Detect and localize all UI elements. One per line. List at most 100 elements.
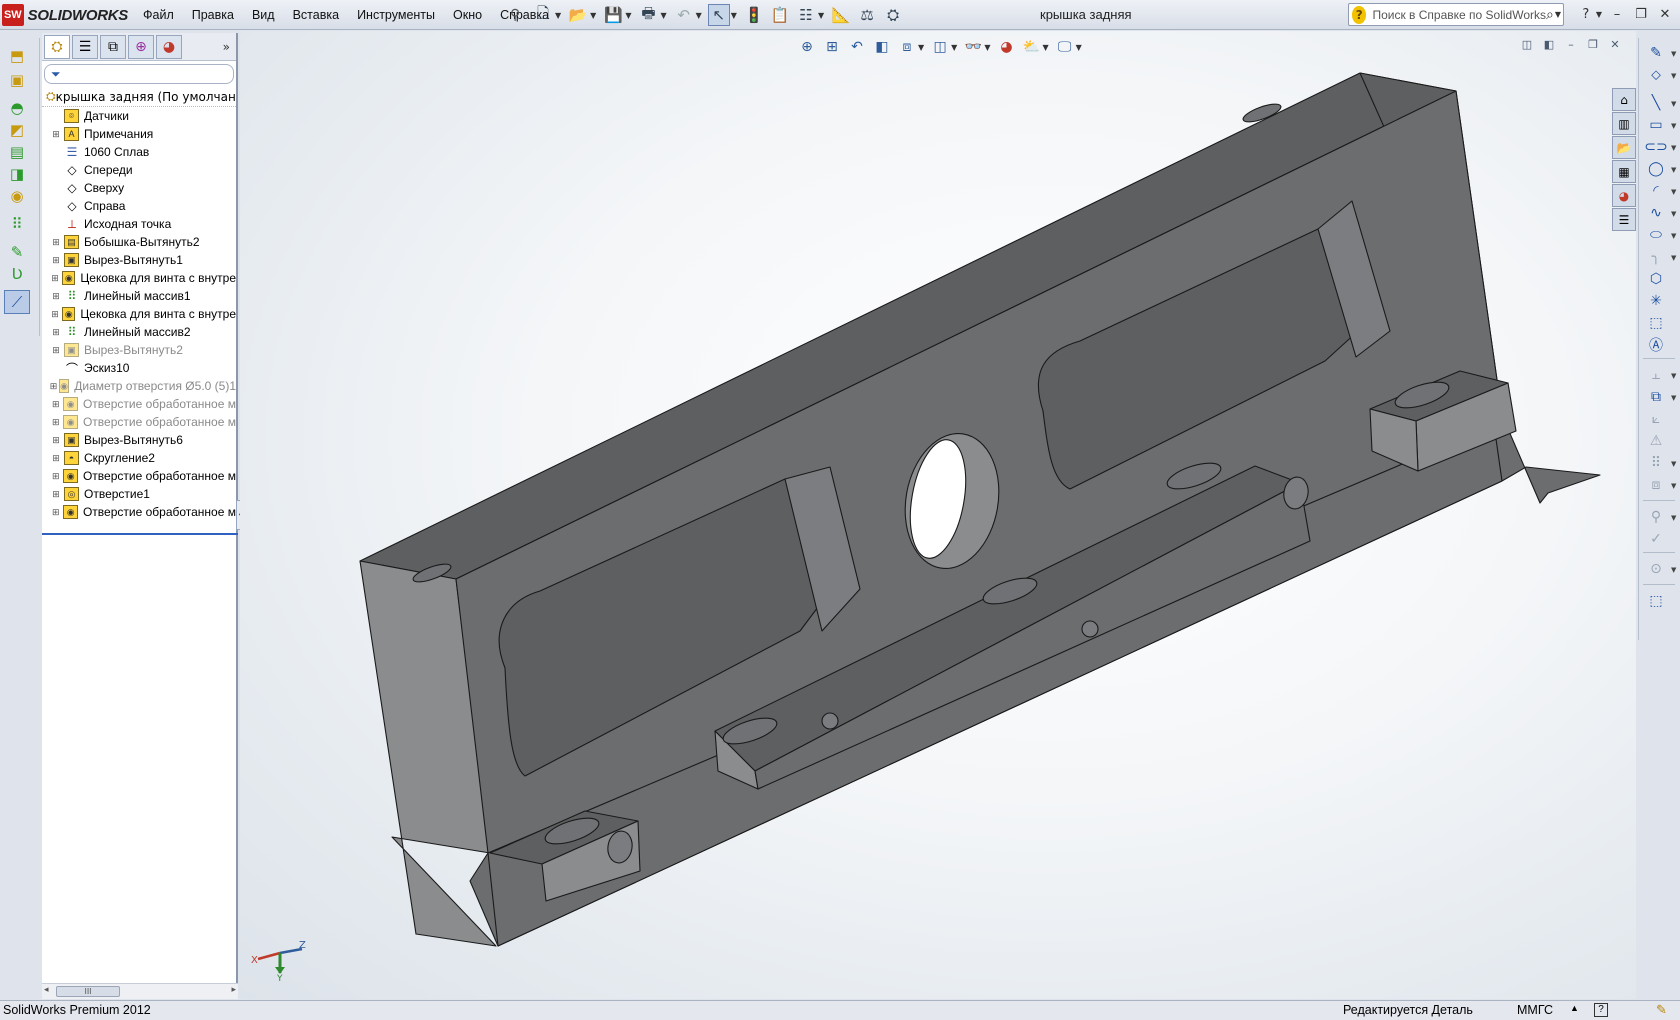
- mass-properties-icon[interactable]: ⚖: [856, 4, 878, 26]
- hide-show-dropdown-icon[interactable]: ▼: [984, 43, 990, 52]
- viewport-close-icon[interactable]: ✕: [1606, 36, 1624, 52]
- edit-appearance-icon[interactable]: ◕: [995, 36, 1017, 58]
- arc-icon[interactable]: ◜: [1644, 180, 1668, 202]
- text-icon[interactable]: Ⓐ: [1644, 334, 1668, 356]
- measure-icon[interactable]: 📐: [830, 4, 852, 26]
- quick-snaps-icon[interactable]: ⊙: [1644, 558, 1668, 580]
- tree-item[interactable]: ⟂ Исходная точка: [42, 215, 236, 233]
- search-icon[interactable]: ⌕: [1546, 7, 1554, 23]
- design-library-icon[interactable]: ▥: [1612, 112, 1636, 135]
- expand-plus-icon[interactable]: ⊞: [49, 489, 63, 500]
- circle-icon[interactable]: ◯: [1644, 158, 1668, 180]
- tree-filter-field[interactable]: ⏷: [44, 64, 234, 84]
- options-icon[interactable]: ☷: [795, 4, 817, 26]
- menu-insert[interactable]: Вставка: [284, 8, 348, 22]
- display-style-dropdown-icon[interactable]: ▼: [951, 43, 957, 52]
- side-hole[interactable]: [1081, 620, 1099, 638]
- part-model[interactable]: [240, 31, 1636, 999]
- zoom-to-fit-icon[interactable]: ⊕: [796, 36, 818, 58]
- snaps-dropdown-icon[interactable]: ▼: [1671, 566, 1676, 574]
- view-settings-dropdown-icon[interactable]: ▼: [1076, 43, 1082, 52]
- tree-item[interactable]: ☰ 1060 Сплав: [42, 143, 236, 161]
- tree-item[interactable]: ⊞ ▣ Вырез-Вытянуть2: [42, 341, 236, 359]
- quick-tips-icon[interactable]: ?: [1594, 1003, 1608, 1017]
- spline-dropdown-icon[interactable]: ▼: [1671, 210, 1676, 218]
- zoom-to-area-icon[interactable]: ⊞: [821, 36, 843, 58]
- sketch-icon[interactable]: ✎: [1644, 42, 1668, 64]
- print-icon[interactable]: 🖶: [637, 4, 659, 26]
- display-manager-tab-icon[interactable]: ◕: [156, 34, 182, 59]
- side-hole[interactable]: [821, 712, 839, 730]
- viewport-minimize-icon[interactable]: –: [1562, 36, 1580, 52]
- rapid-sketch-icon[interactable]: ⬚: [1644, 590, 1668, 612]
- view-settings-icon[interactable]: 🖵: [1054, 36, 1076, 58]
- expand-plus-icon[interactable]: ⊞: [49, 381, 58, 392]
- rectangle-dropdown-icon[interactable]: ▼: [1671, 122, 1676, 130]
- apply-scene-icon[interactable]: ⛅: [1020, 36, 1042, 58]
- tree-item[interactable]: ⊞ ◎ Отверстие1: [42, 485, 236, 503]
- line-dropdown-icon[interactable]: ▼: [1671, 100, 1676, 108]
- tree-item[interactable]: ⊞ ▤ Бобышка-Вытянуть2: [42, 233, 236, 251]
- expand-plus-icon[interactable]: ⊞: [49, 417, 62, 428]
- tree-item[interactable]: ⊞ ◉ Отверстие обработанное м: [42, 467, 236, 485]
- tree-root-part[interactable]: ⛭ крышка задняя (По умолчанию<<По умолча…: [42, 87, 236, 107]
- expand-plus-icon[interactable]: ⊞: [49, 273, 61, 284]
- relations-dropdown-icon[interactable]: ▼: [1671, 514, 1676, 522]
- featuremanager-tab-icon[interactable]: ⛭: [44, 34, 70, 59]
- tree-item[interactable]: ⊞ ▣ Вырез-Вытянуть1: [42, 251, 236, 269]
- slot-dropdown-icon[interactable]: ▼: [1671, 144, 1676, 152]
- tree-item[interactable]: ⌾ Датчики: [42, 107, 236, 125]
- graphics-area[interactable]: ⊕ ⊞ ↶ ◧ ⧈ ▼ ◫ ▼ 👓 ▼ ◕ ⛅ ▼ 🖵 ▼ ◫ ◧ – ❐ ✕ X Z Y: [240, 31, 1636, 999]
- search-dropdown-icon[interactable]: ▼: [1555, 10, 1561, 19]
- sketch-dropdown-icon[interactable]: ▼: [1671, 50, 1676, 58]
- section-view-icon[interactable]: ⛭: [882, 4, 904, 26]
- expand-plus-icon[interactable]: ⊞: [49, 129, 63, 140]
- menu-file[interactable]: Файл: [134, 8, 183, 22]
- instant3d-icon[interactable]: ⟋: [4, 290, 30, 314]
- viewport-tile-icon[interactable]: ◫: [1518, 36, 1536, 52]
- tree-item[interactable]: ◇ Сверху: [42, 179, 236, 197]
- sketch-pattern-icon[interactable]: ⠿: [1644, 452, 1668, 474]
- restore-icon[interactable]: ❐: [1630, 3, 1652, 25]
- reference-geometry-icon[interactable]: ✎: [4, 240, 30, 264]
- new-dropdown-icon[interactable]: ▼: [555, 11, 561, 20]
- undo-icon[interactable]: ↶: [673, 4, 695, 26]
- propertymanager-tab-icon[interactable]: ☰: [72, 34, 98, 59]
- select-arrow-icon[interactable]: ↖: [707, 4, 730, 26]
- draft-icon[interactable]: ◩: [4, 118, 30, 142]
- repair-sketch-icon[interactable]: ✓: [1644, 528, 1668, 550]
- mirror-entities-icon[interactable]: ⚠: [1644, 430, 1668, 452]
- centerline-icon[interactable]: ⬚: [1644, 312, 1668, 334]
- slot-icon[interactable]: ⊂⊃: [1644, 136, 1668, 158]
- pattern-dropdown-icon[interactable]: ▼: [1671, 460, 1676, 468]
- options-dropdown-icon[interactable]: ▼: [818, 11, 824, 20]
- expand-plus-icon[interactable]: ⊞: [49, 345, 63, 356]
- tree-item[interactable]: ⊞ ◉ Отверстие обработанное м: [42, 413, 236, 431]
- view-orientation-icon[interactable]: ⧈: [896, 36, 918, 58]
- trim-dropdown-icon[interactable]: ▼: [1671, 372, 1676, 380]
- tree-item[interactable]: ⊞ A Примечания: [42, 125, 236, 143]
- section-view-icon[interactable]: ◧: [871, 36, 893, 58]
- unit-system[interactable]: ММГС: [1517, 1003, 1553, 1017]
- solidworks-resources-icon[interactable]: ⌂: [1612, 88, 1636, 111]
- scroll-left-icon[interactable]: ◂: [44, 985, 49, 995]
- help-dropdown-icon[interactable]: ▼: [1596, 10, 1602, 19]
- undo-dropdown-icon[interactable]: ▼: [696, 11, 702, 20]
- rebuild-icon[interactable]: 🚦: [743, 4, 765, 26]
- tree-item[interactable]: ⊞ ⠿ Линейный массив1: [42, 287, 236, 305]
- save-icon[interactable]: 💾: [602, 4, 624, 26]
- sketch-fillet-icon[interactable]: ╮: [1644, 246, 1668, 268]
- previous-view-icon[interactable]: ↶: [846, 36, 868, 58]
- scroll-right-icon[interactable]: ▸: [231, 985, 236, 995]
- apply-scene-dropdown-icon[interactable]: ▼: [1042, 43, 1048, 52]
- expand-plus-icon[interactable]: ⊞: [49, 237, 63, 248]
- viewport-split-icon[interactable]: ◧: [1540, 36, 1558, 52]
- menu-view[interactable]: Вид: [243, 8, 284, 22]
- polygon-icon[interactable]: ⬡: [1644, 268, 1668, 290]
- close-icon[interactable]: ✕: [1654, 3, 1676, 25]
- open-dropdown-icon[interactable]: ▼: [590, 11, 596, 20]
- print-dropdown-icon[interactable]: ▼: [660, 11, 666, 20]
- file-properties-icon[interactable]: 📋: [769, 4, 791, 26]
- solidworks-logo[interactable]: SW SOLIDWORKS: [2, 3, 128, 27]
- shell-icon[interactable]: ▤: [4, 140, 30, 164]
